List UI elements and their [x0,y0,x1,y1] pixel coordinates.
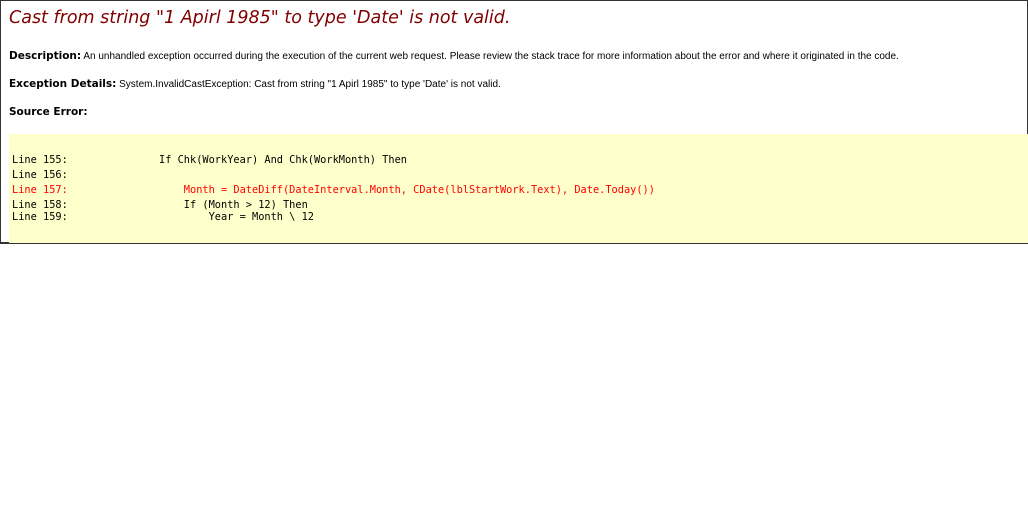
line-number: Line 157: [12,184,68,196]
line-number: Line 159: [12,211,68,223]
code-text: Month = DateDiff(DateInterval.Month, CDa… [159,184,655,196]
code-line: Line 155: If Chk(WorkYear) And Chk(WorkMo… [12,154,407,166]
exception-details: Exception Details: System.InvalidCastExc… [9,78,501,90]
code-text: If (Month > 12) Then [159,199,308,211]
code-line: Line 158: If (Month > 12) Then [12,199,308,211]
source-error-heading: Source Error: [9,106,88,118]
code-line: Line 159: Year = Month \ 12 [12,211,314,223]
error-page: Cast from string "1 Apirl 1985" to type … [0,0,1028,244]
line-number: Line 156: [12,169,68,181]
line-number: Line 158: [12,199,68,211]
source-error-label: Source Error: [9,106,88,118]
line-number: Line 155: [12,154,68,166]
source-code-block: Line 155: If Chk(WorkYear) And Chk(WorkMo… [9,134,1028,243]
code-text: If Chk(WorkYear) And Chk(WorkMonth) Then [159,154,407,166]
code-line: Line 156: [12,169,159,181]
exception-details-label: Exception Details: [9,78,117,90]
error-code-line: Line 157: Month = DateDiff(DateInterval.… [12,184,655,196]
code-text: Year = Month \ 12 [159,211,314,223]
error-title: Cast from string "1 Apirl 1985" to type … [9,8,511,28]
description-text: An unhandled exception occurred during t… [83,51,899,62]
exception-details-text: System.InvalidCastException: Cast from s… [119,79,501,90]
description: Description: An unhandled exception occu… [9,50,899,62]
description-label: Description: [9,50,82,62]
